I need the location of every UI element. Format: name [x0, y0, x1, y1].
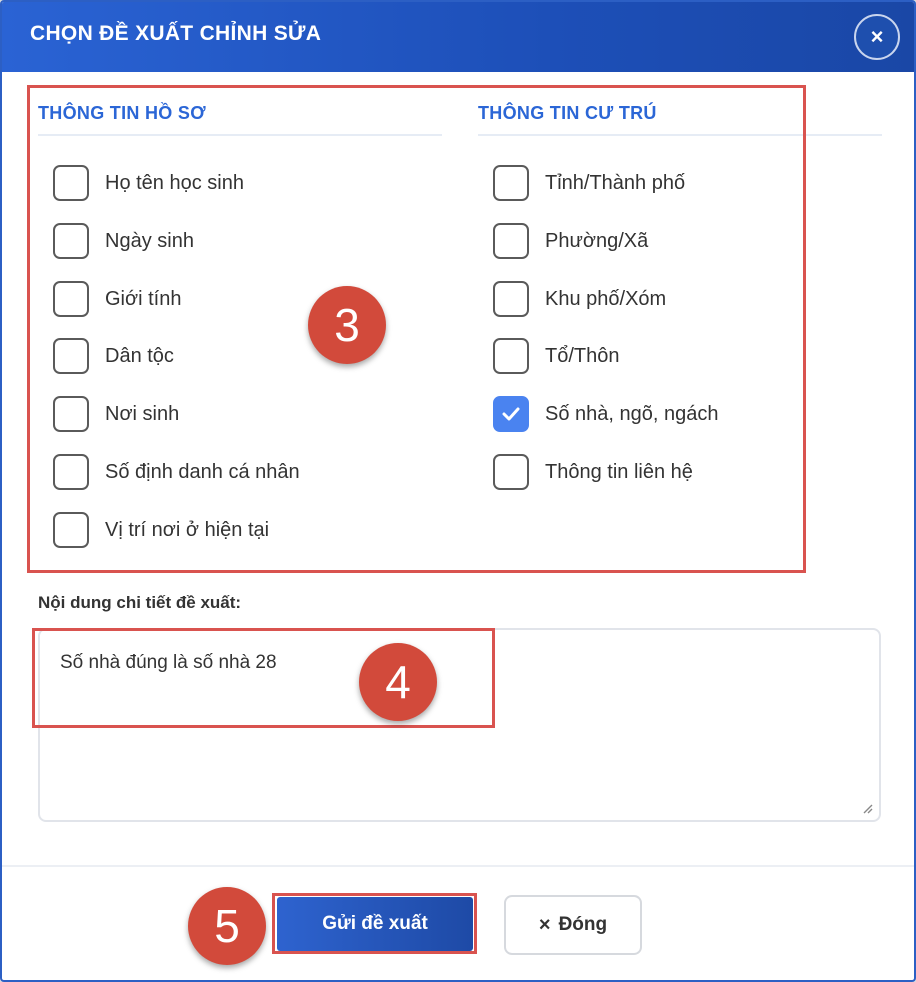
- detail-textarea[interactable]: Số nhà đúng là số nhà 28: [38, 628, 881, 822]
- checkbox-label: Khu phố/Xóm: [545, 287, 667, 310]
- checkbox-item-phuong-xa[interactable]: Phường/Xã: [493, 222, 648, 260]
- checkbox-item-thong-tin-lien-he[interactable]: Thông tin liên hệ: [493, 453, 693, 491]
- checkbox[interactable]: [53, 281, 89, 317]
- checkbox-item-dan-toc[interactable]: Dân tộc: [53, 337, 174, 375]
- checkbox-item-khu-pho-xom[interactable]: Khu phố/Xóm: [493, 280, 666, 318]
- residence-section-title: THÔNG TIN CƯ TRÚ: [478, 103, 657, 123]
- close-icon[interactable]: ×: [854, 14, 900, 60]
- checkbox-item-vi-tri-noi-o[interactable]: Vị trí nơi ở hiện tại: [53, 511, 269, 549]
- checkbox[interactable]: [53, 454, 89, 490]
- detail-label: Nội dung chi tiết đề xuất:: [38, 593, 242, 612]
- checkbox[interactable]: [53, 396, 89, 432]
- checkbox-item-to-thon[interactable]: Tổ/Thôn: [493, 337, 619, 375]
- footer-divider: [2, 865, 914, 867]
- checkbox-label: Số định danh cá nhân: [105, 460, 300, 483]
- suggest-edit-dialog: CHỌN ĐỀ XUẤT CHỈNH SỬA × THÔNG TIN HỒ SƠ…: [0, 0, 916, 982]
- checkbox-label: Ngày sinh: [105, 229, 194, 252]
- checkbox-label: Họ tên học sinh: [105, 171, 244, 194]
- step-marker-5: 5: [188, 887, 266, 965]
- profile-section-divider: [38, 134, 442, 136]
- checkbox-item-ho-ten[interactable]: Họ tên học sinh: [53, 164, 244, 202]
- checkbox-item-tinh-thanh-pho[interactable]: Tỉnh/Thành phố: [493, 164, 685, 202]
- checkbox[interactable]: [493, 281, 529, 317]
- close-x-icon: ×: [538, 913, 551, 936]
- checkbox[interactable]: [493, 223, 529, 259]
- residence-section-divider: [478, 134, 882, 136]
- dialog-header: CHỌN ĐỀ XUẤT CHỈNH SỬA ×: [2, 2, 914, 72]
- detail-text: Số nhà đúng là số nhà 28: [60, 652, 277, 673]
- checkbox-label: Nơi sinh: [105, 402, 180, 425]
- checkbox-label: Số nhà, ngõ, ngách: [545, 402, 719, 425]
- checkbox-label: Thông tin liên hệ: [545, 460, 693, 483]
- send-suggestion-button[interactable]: Gửi đề xuất: [277, 897, 473, 951]
- checkbox[interactable]: [53, 512, 89, 548]
- close-button-label: Đóng: [558, 914, 608, 935]
- profile-section-title: THÔNG TIN HỒ SƠ: [38, 103, 206, 123]
- checkbox-label: Tỉnh/Thành phố: [545, 171, 686, 194]
- resize-grip-icon[interactable]: [861, 802, 873, 814]
- checkbox[interactable]: [493, 454, 529, 490]
- checkbox[interactable]: [53, 165, 89, 201]
- dialog-title: CHỌN ĐỀ XUẤT CHỈNH SỬA: [30, 22, 322, 45]
- checkbox-label: Vị trí nơi ở hiện tại: [105, 518, 270, 541]
- checkbox-item-so-nha[interactable]: Số nhà, ngõ, ngách: [493, 395, 718, 433]
- checkbox[interactable]: [493, 338, 529, 374]
- annotation-box-checkboxes: [27, 85, 806, 573]
- checkbox-item-gioi-tinh[interactable]: Giới tính: [53, 280, 181, 318]
- checkbox[interactable]: [493, 396, 529, 432]
- step-marker-3: 3: [308, 286, 386, 364]
- checkbox-item-so-dinh-danh[interactable]: Số định danh cá nhân: [53, 453, 300, 491]
- step-marker-4: 4: [359, 643, 437, 721]
- close-button[interactable]: × Đóng: [504, 895, 642, 955]
- checkbox-label: Phường/Xã: [545, 229, 649, 252]
- checkbox-item-ngay-sinh[interactable]: Ngày sinh: [53, 222, 194, 260]
- checkbox[interactable]: [493, 165, 529, 201]
- checkbox[interactable]: [53, 338, 89, 374]
- checkbox[interactable]: [53, 223, 89, 259]
- checkbox-label: Dân tộc: [105, 344, 174, 367]
- checkbox-label: Giới tính: [105, 287, 182, 310]
- checkbox-item-noi-sinh[interactable]: Nơi sinh: [53, 395, 179, 433]
- checkbox-label: Tổ/Thôn: [545, 344, 620, 367]
